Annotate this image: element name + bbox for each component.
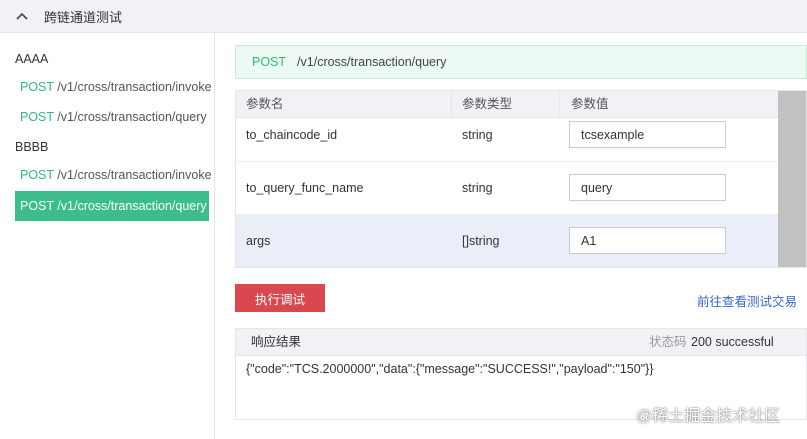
api-item-aaaa-invoke[interactable]: POST /v1/cross/transaction/invoke [15, 72, 212, 102]
param-name: args [246, 234, 271, 248]
table-row: to_query_func_name string [236, 162, 778, 215]
param-value-input[interactable] [569, 227, 726, 254]
section-title: 跨链通道测试 [44, 9, 123, 25]
api-item-bbbb-invoke[interactable]: POST /v1/cross/transaction/invoke [15, 160, 212, 190]
param-name: to_chaincode_id [246, 128, 338, 142]
param-type: []string [462, 234, 500, 248]
params-table: 参数名 参数类型 参数值 to_chaincode_id string to_q… [235, 90, 807, 268]
api-item-bbbb-query-active[interactable]: POST /v1/cross/transaction/query [15, 191, 209, 221]
view-test-transaction-link[interactable]: 前往查看测试交易 [697, 291, 797, 310]
api-path: /v1/cross/transaction/query [57, 199, 207, 213]
table-row: to_chaincode_id string [236, 109, 778, 162]
param-type: string [462, 181, 493, 195]
run-debug-button[interactable]: 执行调试 [235, 284, 325, 312]
api-method: POST [20, 168, 54, 182]
status-code-value: 200 successful [691, 335, 774, 349]
api-path: /v1/cross/transaction/invoke [57, 168, 212, 182]
api-method: POST [252, 55, 287, 69]
section-header: 跨链通道测试 [0, 0, 807, 33]
watermark: @稀土掘金技术社区 [636, 408, 781, 425]
response-header: 响应结果 状态码 200 successful [236, 329, 806, 356]
api-method: POST [20, 110, 54, 124]
param-value-input[interactable] [569, 174, 726, 201]
api-path: /v1/cross/transaction/query [297, 55, 447, 69]
api-sidebar: AAAA POST /v1/cross/transaction/invoke P… [0, 33, 215, 439]
chevron-up-icon[interactable] [14, 8, 30, 24]
api-method: POST [20, 80, 54, 94]
api-path: /v1/cross/transaction/invoke [57, 80, 212, 94]
group-title-bbbb: BBBB [15, 140, 49, 154]
table-row-selected: args []string [236, 215, 778, 267]
api-path: /v1/cross/transaction/query [57, 110, 207, 124]
status-code-label: 状态码 [649, 335, 687, 349]
param-name: to_query_func_name [246, 181, 364, 195]
api-method: POST [20, 199, 54, 213]
scrollbar-thumb[interactable] [778, 91, 806, 267]
response-title: 响应结果 [251, 335, 302, 349]
param-type: string [462, 128, 493, 142]
api-item-aaaa-query[interactable]: POST /v1/cross/transaction/query [15, 102, 209, 132]
api-endpoint-banner: POST /v1/cross/transaction/query [235, 45, 807, 79]
group-title-aaaa: AAAA [15, 52, 49, 66]
param-value-input[interactable] [569, 121, 726, 148]
response-body: {"code":"TCS.2000000","data":{"message":… [246, 362, 654, 376]
